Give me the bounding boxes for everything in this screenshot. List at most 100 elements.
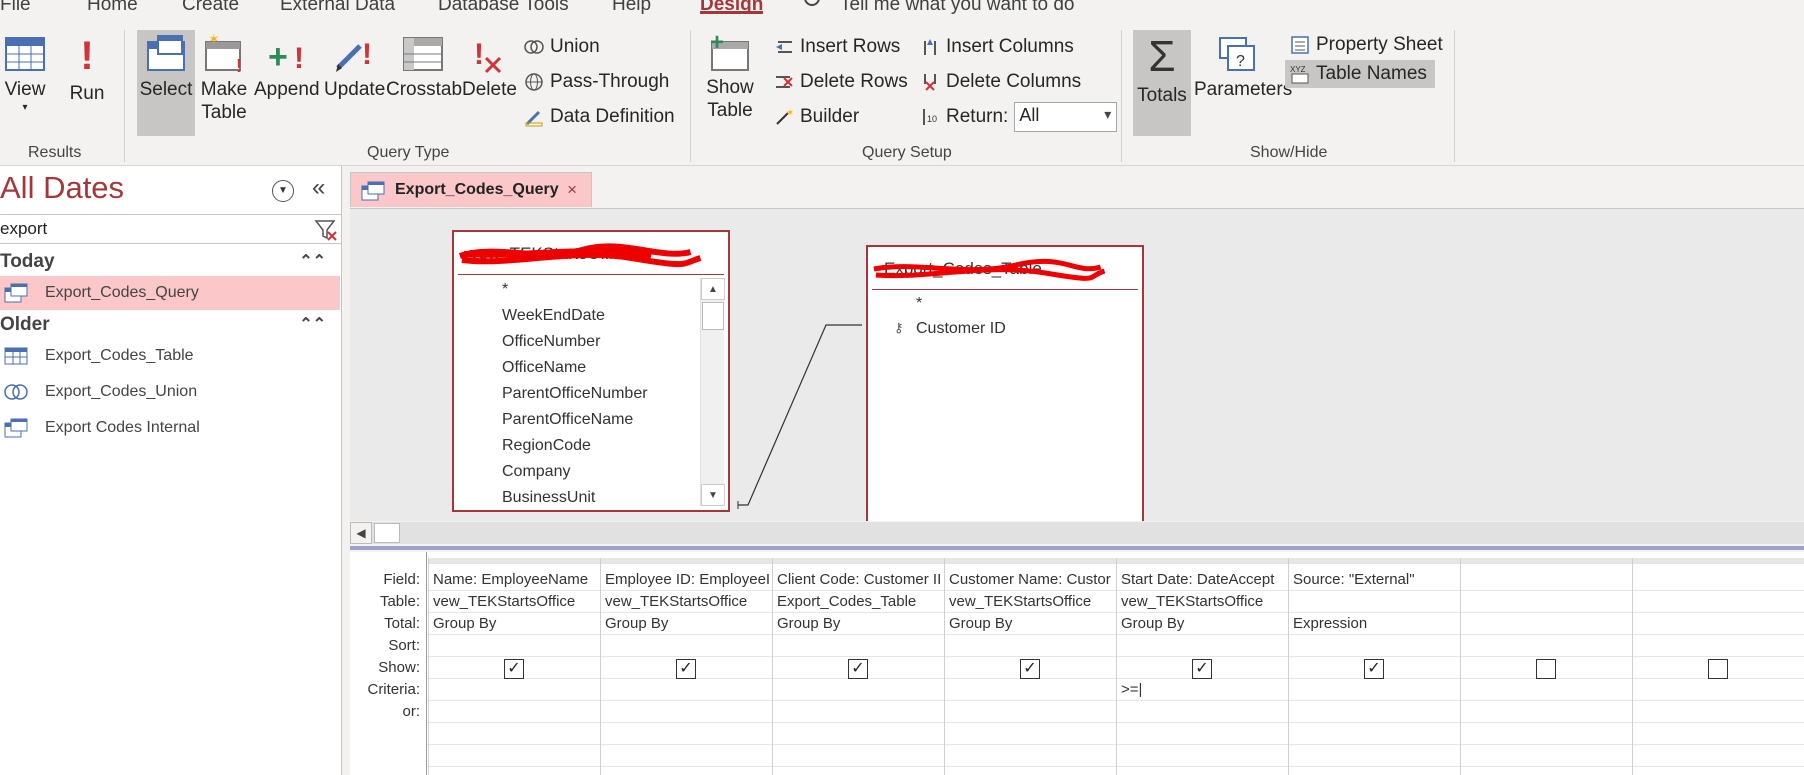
show-table-button[interactable]: + Show Table bbox=[704, 32, 756, 140]
field-item[interactable]: RegionCode bbox=[502, 437, 591, 455]
field-item[interactable]: Company bbox=[502, 463, 570, 481]
scroll-left-icon[interactable]: ◀ bbox=[350, 522, 372, 544]
column-selector[interactable] bbox=[601, 558, 772, 564]
table-cell[interactable]: vew_TEKStartsOffice bbox=[433, 592, 598, 612]
scroll-thumb[interactable] bbox=[702, 302, 724, 330]
total-cell[interactable]: Group By bbox=[433, 614, 598, 634]
tell-me-box[interactable]: Tell me what you want to do bbox=[840, 0, 1074, 14]
nav-item-export-codes-table[interactable]: Export_Codes_Table bbox=[0, 339, 340, 373]
show-checkbox[interactable] bbox=[1536, 659, 1556, 679]
union-button[interactable]: Union bbox=[524, 36, 600, 58]
crosstab-button[interactable]: Crosstab bbox=[386, 34, 462, 124]
table-cell[interactable]: vew_TEKStartsOffice bbox=[1121, 592, 1286, 612]
scroll-up-icon[interactable]: ▲ bbox=[701, 278, 725, 300]
criteria-cell[interactable] bbox=[605, 680, 770, 700]
column-selector[interactable] bbox=[945, 558, 1116, 564]
show-checkbox[interactable] bbox=[1708, 659, 1728, 679]
tab-help[interactable]: Help bbox=[612, 0, 651, 14]
total-cell[interactable]: Group By bbox=[1121, 614, 1286, 634]
table-cell[interactable]: Export_Codes_Table bbox=[777, 592, 942, 612]
show-checkbox[interactable]: ✓ bbox=[848, 659, 868, 679]
table-cell[interactable]: vew_TEKStartsOffice bbox=[605, 592, 770, 612]
grid-column-1[interactable]: Name: EmployeeName vew_TEKStartsOffice G… bbox=[428, 558, 600, 775]
column-selector[interactable] bbox=[1289, 558, 1460, 564]
grid-column-8[interactable] bbox=[1632, 558, 1804, 775]
criteria-cell[interactable]: >=| bbox=[1121, 680, 1286, 700]
view-button[interactable]: View ▾ bbox=[2, 34, 48, 138]
total-cell[interactable]: Group By bbox=[777, 614, 942, 634]
update-button[interactable]: ! Update bbox=[324, 34, 385, 124]
criteria-cell[interactable] bbox=[949, 680, 1114, 700]
property-sheet-button[interactable]: Property Sheet bbox=[1290, 34, 1443, 56]
field-list-office[interactable]: vew_TEKStartsOffice * WeekEndDate Office… bbox=[452, 230, 730, 512]
field-item[interactable]: BusinessUnit bbox=[502, 489, 595, 507]
column-selector[interactable] bbox=[1117, 558, 1288, 564]
delete-columns-button[interactable]: Delete Columns bbox=[920, 71, 1081, 93]
show-checkbox[interactable]: ✓ bbox=[504, 659, 524, 679]
delete-query-button[interactable]: ! Delete bbox=[462, 34, 517, 124]
grid-column-3[interactable]: Client Code: Customer II Export_Codes_Ta… bbox=[772, 558, 944, 775]
grid-column-5[interactable]: Start Date: DateAccept vew_TEKStartsOffi… bbox=[1116, 558, 1288, 775]
field-item[interactable]: WeekEndDate bbox=[502, 307, 605, 325]
field-list-title[interactable]: Export_Codes_Table bbox=[868, 247, 1142, 289]
nav-item-export-codes-internal[interactable]: Export Codes Internal bbox=[0, 411, 340, 445]
nav-group-today[interactable]: Today ⌃⌃ bbox=[0, 248, 342, 276]
delete-rows-button[interactable]: Delete Rows bbox=[774, 71, 908, 93]
tab-database-tools[interactable]: Database Tools bbox=[438, 0, 569, 14]
tab-file[interactable]: File bbox=[0, 0, 31, 14]
design-pane-hscrollbar[interactable]: ◀ bbox=[350, 522, 1804, 544]
field-list-title[interactable]: vew_TEKStartsOffice bbox=[454, 232, 728, 274]
nav-item-export-codes-query[interactable]: Export_Codes_Query bbox=[0, 276, 340, 310]
collapse-chevron-icon[interactable]: ⌃⌃ bbox=[299, 311, 326, 339]
field-cell[interactable]: Customer Name: Custor bbox=[949, 570, 1114, 590]
field-item[interactable]: ParentOfficeNumber bbox=[502, 385, 648, 403]
show-checkbox[interactable]: ✓ bbox=[1020, 659, 1040, 679]
field-item[interactable]: OfficeNumber bbox=[502, 333, 600, 351]
field-cell[interactable]: Name: EmployeeName bbox=[433, 570, 598, 590]
field-item[interactable]: ParentOfficeName bbox=[502, 411, 633, 429]
table-cell[interactable] bbox=[1293, 592, 1458, 612]
tab-external-data[interactable]: External Data bbox=[280, 0, 395, 14]
grid-column-6[interactable]: Source: "External" Expression ✓ bbox=[1288, 558, 1460, 775]
append-button[interactable]: +! Append bbox=[254, 34, 320, 124]
nav-search-input[interactable]: export bbox=[0, 214, 342, 244]
table-design-pane[interactable]: vew_TEKStartsOffice * WeekEndDate Office… bbox=[350, 208, 1804, 521]
table-cell[interactable]: vew_TEKStartsOffice bbox=[949, 592, 1114, 612]
return-combobox[interactable]: All bbox=[1014, 102, 1118, 132]
pass-through-button[interactable]: Pass-Through bbox=[524, 71, 669, 93]
table-names-button[interactable]: XYZ Table Names bbox=[1285, 60, 1435, 88]
total-cell[interactable]: Expression bbox=[1293, 614, 1458, 634]
nav-menu-dropdown-icon[interactable]: ▼ bbox=[272, 180, 294, 202]
tab-home[interactable]: Home bbox=[87, 0, 138, 14]
scroll-down-icon[interactable]: ▼ bbox=[701, 484, 725, 506]
nav-item-export-codes-union[interactable]: Export_Codes_Union bbox=[0, 375, 340, 409]
nav-group-older[interactable]: Older ⌃⌃ bbox=[0, 311, 342, 339]
grid-column-7[interactable] bbox=[1460, 558, 1632, 775]
field-cell[interactable]: Employee ID: EmployeeI bbox=[605, 570, 770, 590]
search-icon[interactable] bbox=[804, 0, 820, 6]
field-cell[interactable]: Client Code: Customer II bbox=[777, 570, 942, 590]
show-checkbox[interactable]: ✓ bbox=[1364, 659, 1384, 679]
scroll-thumb[interactable] bbox=[374, 523, 400, 543]
field-cell[interactable]: Start Date: DateAccept bbox=[1121, 570, 1286, 590]
column-selector[interactable] bbox=[1633, 558, 1804, 564]
select-query-button[interactable]: Select bbox=[137, 30, 195, 136]
data-definition-button[interactable]: Data Definition bbox=[524, 106, 675, 128]
close-icon[interactable]: × bbox=[567, 173, 577, 207]
collapse-pane-icon[interactable]: « bbox=[312, 174, 325, 202]
grid-column-2[interactable]: Employee ID: EmployeeI vew_TEKStartsOffi… bbox=[600, 558, 772, 775]
total-cell[interactable]: Group By bbox=[949, 614, 1114, 634]
clear-filter-icon[interactable] bbox=[314, 218, 338, 242]
builder-button[interactable]: ✶ Builder bbox=[774, 106, 859, 128]
document-tab-export-codes-query[interactable]: Export_Codes_Query × bbox=[350, 172, 592, 207]
totals-button[interactable]: Σ Totals bbox=[1133, 30, 1191, 136]
collapse-chevron-icon[interactable]: ⌃⌃ bbox=[299, 248, 326, 276]
column-selector[interactable] bbox=[1461, 558, 1632, 564]
field-item[interactable]: OfficeName bbox=[502, 359, 586, 377]
column-selector[interactable] bbox=[429, 558, 600, 564]
criteria-cell[interactable] bbox=[1293, 680, 1458, 700]
show-checkbox[interactable]: ✓ bbox=[676, 659, 696, 679]
make-table-button[interactable]: ✶! Make Table bbox=[200, 34, 248, 142]
field-item-customer-id[interactable]: ⚷ Customer ID bbox=[894, 320, 1006, 338]
field-cell[interactable]: Source: "External" bbox=[1293, 570, 1458, 590]
